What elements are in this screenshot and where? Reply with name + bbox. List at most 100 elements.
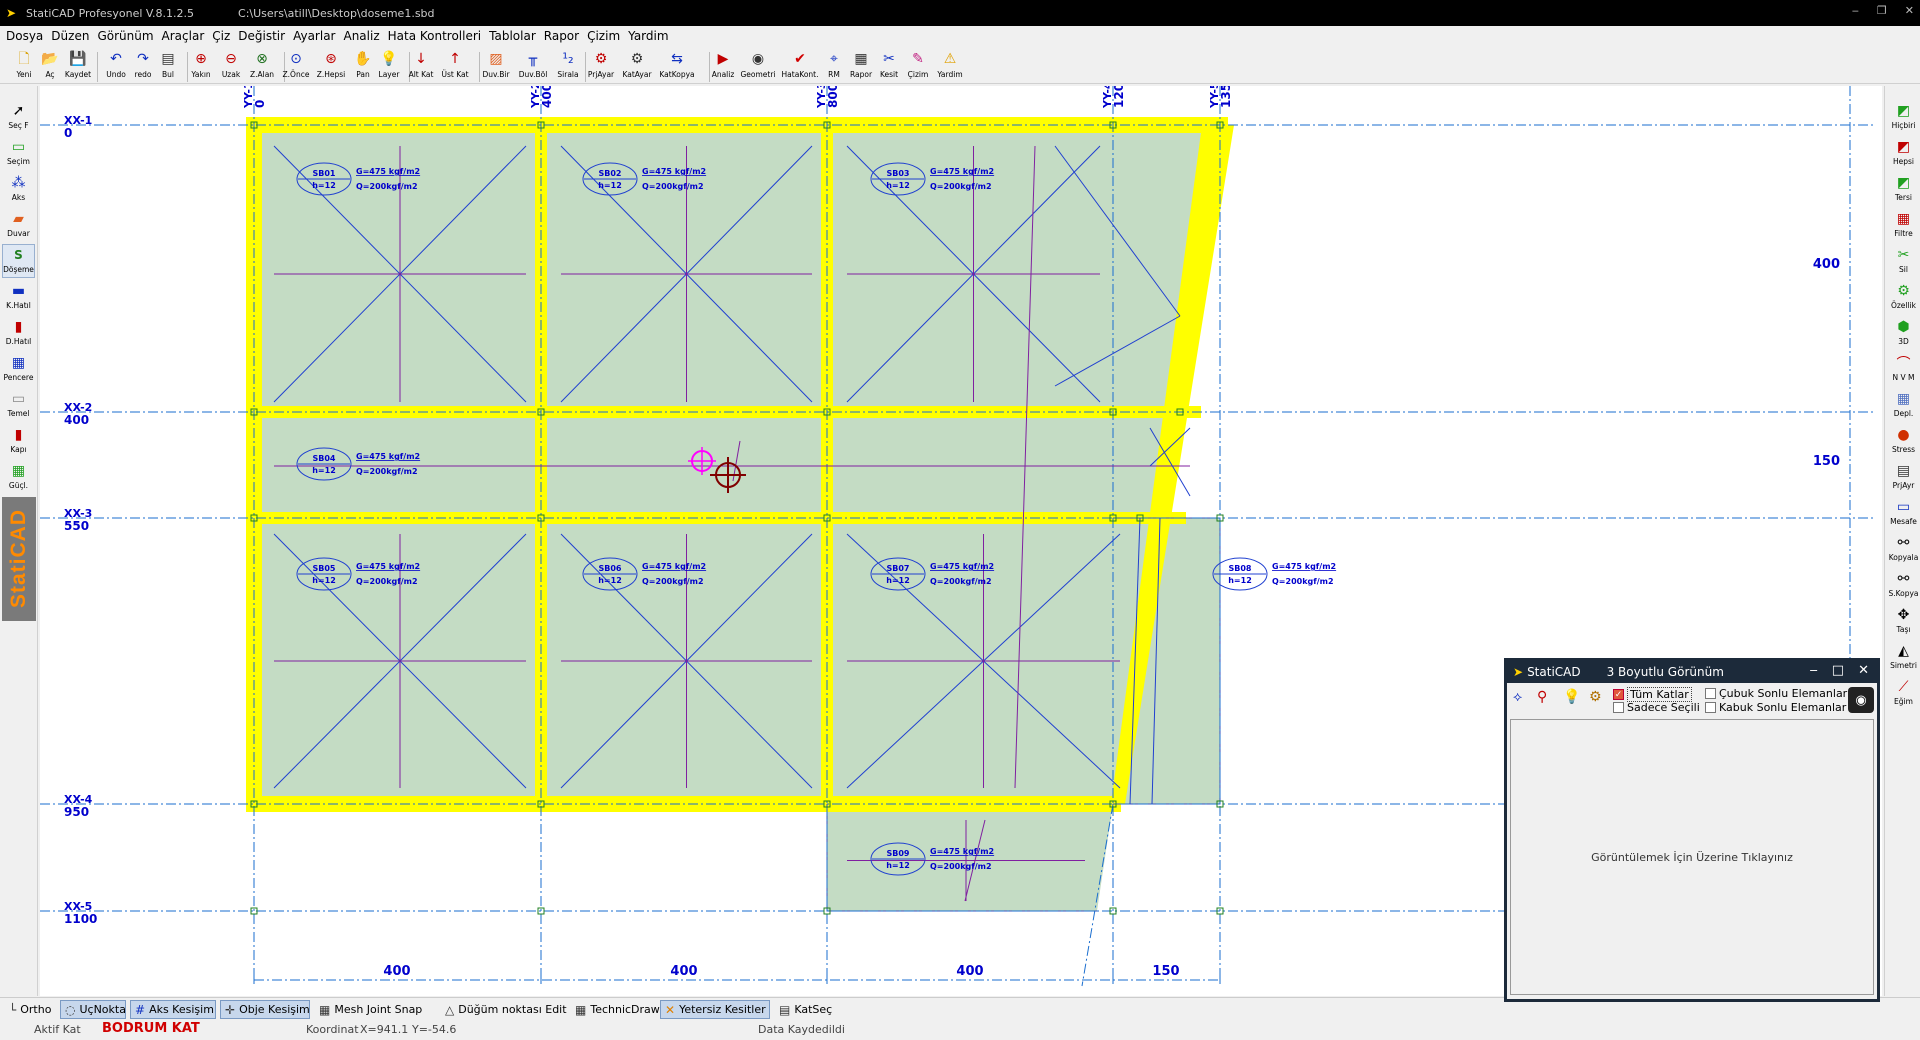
menu-3[interactable]: Araçlar (160, 29, 211, 43)
snap-insufficient-sections-toggle[interactable]: ✕ Yetersiz Kesitler (660, 1000, 770, 1019)
slab-label-group[interactable]: SB08 h=12 G=475 kgf/m2 Q=200kgf/m2 (1212, 557, 1336, 591)
toolbar-report-button[interactable]: ▦ Rapor (847, 49, 875, 83)
toolbar-error-check-button[interactable]: ✔ HataKont. (782, 49, 819, 83)
toolbar-rm-button[interactable]: ⌖ RM (820, 49, 848, 83)
snap-endpoint-toggle[interactable]: ◌ UçNokta (60, 1000, 126, 1019)
snap-axis-intersection-toggle[interactable]: # Aks Kesişim (130, 1000, 216, 1019)
left-tool-beam[interactable]: ▬ K.Hatıl (2, 280, 35, 314)
menu-9[interactable]: Tablolar (487, 29, 542, 43)
toolbar-upper-floor-button[interactable]: ↑ Üst Kat (441, 49, 469, 83)
toolbar-drawing-button[interactable]: ✎ Çizim (904, 49, 932, 83)
snap-node-edit-toggle[interactable]: △ Düğüm noktası Edit (440, 1000, 567, 1019)
right-tool-select-none[interactable]: ◩ Hiçbiri (1887, 100, 1920, 134)
menu-0[interactable]: Dosya (4, 29, 49, 43)
right-tool-nvm[interactable]: ⌒ N V M (1887, 352, 1920, 386)
layer-bulb-icon[interactable]: 💡 (1563, 689, 1580, 705)
toolbar-open-folder-button[interactable]: 📂 Aç (36, 49, 64, 83)
toolbar-project-settings-button[interactable]: ⚙ PrjAyar (587, 49, 615, 83)
right-tool-select-all[interactable]: ◩ Hepsi (1887, 136, 1920, 170)
3d-view-titlebar[interactable]: ➤ StatiCAD 3 Boyutlu Görünüm ‒ □ ✕ (1507, 661, 1877, 683)
left-tool-reinforce[interactable]: ▦ Güçl. (2, 460, 35, 494)
snap-label: Mesh Joint Snap (334, 1003, 423, 1016)
snap-object-intersection-toggle[interactable]: ✛ Obje Kesişim (220, 1000, 310, 1019)
settings-gear-icon[interactable]: ⚙ (1589, 689, 1602, 705)
snap-ortho-toggle[interactable]: └ Ortho (4, 1000, 56, 1019)
toolbar-zoom-out-button[interactable]: ⊖ Uzak (217, 49, 245, 83)
left-tool-d-beam[interactable]: ▮ D.Hatıl (2, 316, 35, 350)
snap-floor-select-toggle[interactable]: ▤ KatSeç (774, 1000, 834, 1019)
left-tool-foundation[interactable]: ▭ Temel (2, 388, 35, 422)
close-icon[interactable]: ✕ (1858, 663, 1869, 678)
menu-4[interactable]: Çiz (210, 29, 236, 43)
toolbar-save-button[interactable]: 💾 Kaydet (64, 49, 92, 83)
toolbar-geometry-button[interactable]: ◉ Geometri (740, 49, 775, 83)
left-tool-wall[interactable]: ▰ Duvar (2, 208, 35, 242)
toolbar-pan-hand-button[interactable]: ✋ Pan (349, 49, 377, 83)
left-tool-door[interactable]: ▮ Kapı (2, 424, 35, 458)
toolbar-undo-button[interactable]: ↶ Undo (102, 49, 130, 83)
toolbar-lower-floor-button[interactable]: ↓ Alt Kat (407, 49, 435, 83)
right-tool-displacement[interactable]: ▦ Depl. (1887, 388, 1920, 422)
right-tool-3d-view[interactable]: ⬢ 3D (1887, 316, 1920, 350)
toolbar-zoom-previous-button[interactable]: ⊙ Z.Önce (282, 49, 310, 83)
close-icon[interactable]: ✕ (1905, 4, 1914, 17)
menu-10[interactable]: Rapor (542, 29, 585, 43)
node-display-icon[interactable]: ⚲ (1537, 689, 1547, 705)
right-tool-stress[interactable]: ● Stress (1887, 424, 1920, 458)
view-mode-icon[interactable]: ⟡ (1513, 689, 1522, 705)
toolbar-analysis-button[interactable]: ▶ Analiz (709, 49, 737, 83)
right-tool-special-copy[interactable]: ⚯ S.Kopya (1887, 568, 1920, 602)
right-tool-properties[interactable]: ⚙ Özellik (1887, 280, 1920, 314)
maximize-icon[interactable]: □ (1832, 663, 1844, 678)
snap-mesh-joint-toggle[interactable]: ▦ Mesh Joint Snap (314, 1000, 434, 1019)
left-tool-axis[interactable]: ⁂ Aks (2, 172, 35, 206)
left-tool-select-arrow[interactable]: ➚ Seç F (2, 100, 35, 134)
toolbar-floor-copy-button[interactable]: ⇆ KatKopya (659, 49, 694, 83)
toolbar-floor-settings-button[interactable]: ⚙ KatAyar (622, 49, 651, 83)
right-tool-move[interactable]: ✥ Taşı (1887, 604, 1920, 638)
camera-icon[interactable]: ◉ (1848, 687, 1874, 713)
left-tool-window[interactable]: ▦ Pencere (2, 352, 35, 386)
snap-technic-draw-toggle[interactable]: ▦ TechnicDraw (570, 1000, 660, 1019)
3d-viewport[interactable]: Görüntülemek İçin Üzerine Tıklayınız (1510, 719, 1874, 995)
toolbar-new-file-button[interactable]: 🗋 Yeni (10, 49, 38, 83)
toolbar-zoom-all-button[interactable]: ⊛ Z.Hepsi (317, 49, 346, 83)
bar-elements-checkbox[interactable]: Çubuk Sonlu Elemanlar (1705, 687, 1847, 700)
right-tool-invert-selection[interactable]: ◩ Tersi (1887, 172, 1920, 206)
toolbar-sort-button[interactable]: ¹₂ Sirala (554, 49, 582, 83)
menu-5[interactable]: Değistir (236, 29, 291, 43)
toolbar-zoom-in-button[interactable]: ⊕ Yakın (187, 49, 215, 83)
left-tool-selection[interactable]: ▭ Seçim (2, 136, 35, 170)
left-tool-slab[interactable]: S Döşeme (2, 244, 35, 278)
minimize-icon[interactable]: ‒ (1810, 663, 1818, 678)
right-tool-project-adjust[interactable]: ▤ PrjAyr (1887, 460, 1920, 494)
menu-2[interactable]: Görünüm (95, 29, 159, 43)
toolbar-zoom-area-button[interactable]: ⊗ Z.Alan (248, 49, 276, 83)
menu-12[interactable]: Yardim (626, 29, 674, 43)
minimize-icon[interactable]: ‒ (1852, 4, 1859, 17)
right-tool-delete[interactable]: ✂ Sil (1887, 244, 1920, 278)
toolbar-wall-split-button[interactable]: ╥ Duv.Böl (519, 49, 548, 83)
menu-8[interactable]: Hata Kontrolleri (386, 29, 488, 43)
toolbar-find-button[interactable]: ▤ Bul (154, 49, 182, 83)
right-tool-filter[interactable]: ▦ Filtre (1887, 208, 1920, 242)
toolbar-help-button[interactable]: ⚠ Yardim (936, 49, 964, 83)
menu-1[interactable]: Düzen (49, 29, 95, 43)
toolbar-section-button[interactable]: ✂ Kesit (875, 49, 903, 83)
selected-only-checkbox[interactable]: Sadece Seçili (1613, 701, 1700, 714)
toolbar-redo-button[interactable]: ↷ redo (129, 49, 157, 83)
menu-6[interactable]: Ayarlar (291, 29, 341, 43)
right-tool-distance[interactable]: ▭ Mesafe (1887, 496, 1920, 530)
right-tool-copy[interactable]: ⚯ Kopyala (1887, 532, 1920, 566)
menu-7[interactable]: Analiz (341, 29, 385, 43)
all-floors-checkbox[interactable]: ✓ Tüm Katlar (1613, 687, 1692, 702)
slab-id: SB06 (599, 564, 622, 573)
toolbar-wall-join-button[interactable]: ▨ Duv.Bir (482, 49, 510, 83)
restore-icon[interactable]: ❐ (1877, 4, 1887, 17)
menu-11[interactable]: Çizim (585, 29, 626, 43)
beam-icon: ▬ (11, 283, 26, 299)
toolbar-layer-bulb-button[interactable]: 💡 Layer (375, 49, 403, 83)
shell-elements-checkbox[interactable]: Kabuk Sonlu Elemanlar (1705, 701, 1846, 714)
right-tool-slope[interactable]: ⟋ Eğim (1887, 676, 1920, 710)
right-tool-mirror[interactable]: ◭ Simetri (1887, 640, 1920, 674)
